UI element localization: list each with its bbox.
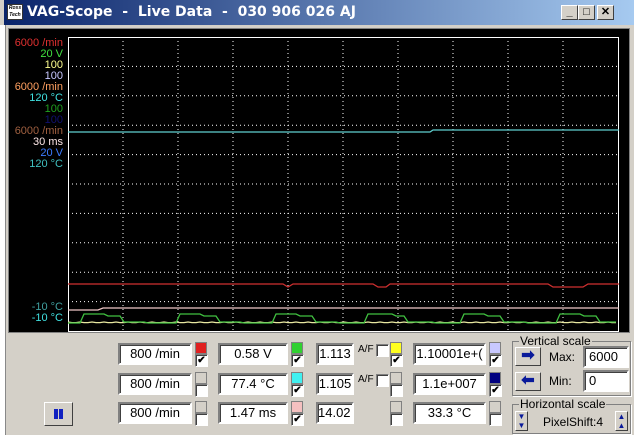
channel-color-swatch[interactable] xyxy=(291,401,303,413)
title-bar[interactable]: Ross Tech VAG-Scope - Live Data - 030 906… xyxy=(4,0,634,25)
channel-visible-checkbox[interactable] xyxy=(390,413,403,426)
background-window-edge xyxy=(0,25,6,435)
af-label: A/F xyxy=(358,374,374,385)
close-button[interactable]: ✕ xyxy=(597,5,614,20)
pause-icon xyxy=(54,409,63,419)
horizontal-scale-title: Horizontal scale xyxy=(519,397,607,411)
channel-value: 77.4 °C xyxy=(218,373,288,395)
scale-down-button[interactable]: ⬅ xyxy=(515,372,541,391)
channel-value: 1.10001e+( xyxy=(413,343,486,365)
channel-visible-checkbox[interactable] xyxy=(195,384,208,397)
channel-visible-checkbox[interactable]: ✔ xyxy=(195,354,208,367)
app-logo-icon: Ross Tech xyxy=(7,4,23,20)
af-label: A/F xyxy=(358,344,374,355)
channel-color-swatch[interactable] xyxy=(195,372,207,384)
arrow-left-icon: ⬅ xyxy=(521,372,535,389)
channel-visible-checkbox[interactable] xyxy=(390,384,403,397)
maximize-button[interactable]: □ xyxy=(578,5,595,20)
channel-color-swatch[interactable] xyxy=(489,401,501,413)
channel-visible-checkbox[interactable] xyxy=(195,413,208,426)
arrow-right-icon: ➡ xyxy=(521,347,535,364)
channel-value: 0.58 V xyxy=(218,343,288,365)
channel-value: 800 /min xyxy=(118,373,192,395)
channel-color-swatch[interactable] xyxy=(489,342,501,354)
channel-color-swatch[interactable] xyxy=(390,342,402,354)
channel-color-swatch[interactable] xyxy=(489,372,501,384)
channel-visible-checkbox[interactable]: ✔ xyxy=(489,354,502,367)
channel-value: 1.47 ms xyxy=(218,402,288,424)
scale-up-button[interactable]: ➡ xyxy=(515,347,541,366)
pixelshift-decrease-button[interactable]: ▼ ▼ xyxy=(515,411,528,431)
min-scale-label: -10 °C xyxy=(31,312,63,324)
channel-value: 1.105 xyxy=(316,373,354,395)
channel-color-swatch[interactable] xyxy=(390,372,402,384)
double-chevron-up-icon: ▲ ▲ xyxy=(617,412,626,430)
af-checkbox[interactable] xyxy=(376,344,389,357)
vertical-scale-title: Vertical scale xyxy=(519,334,592,348)
channel-color-swatch[interactable] xyxy=(195,342,207,354)
channel-value: 1.1e+007 xyxy=(413,373,486,395)
channel-value: 1.113 xyxy=(316,343,354,365)
pixelshift-value: PixelShift:4 xyxy=(543,415,604,429)
channel-color-swatch[interactable] xyxy=(291,372,303,384)
scale-label: 120 °C xyxy=(29,158,63,170)
channel-color-swatch[interactable] xyxy=(390,401,402,413)
channel-value: 14.02 V xyxy=(316,402,354,424)
channel-visible-checkbox[interactable]: ✔ xyxy=(291,354,304,367)
channel-value: 33.3 °C xyxy=(413,402,486,424)
max-label: Max: xyxy=(549,350,576,364)
pause-button[interactable] xyxy=(44,402,73,426)
channel-visible-checkbox[interactable] xyxy=(489,413,502,426)
max-input[interactable]: 6000 xyxy=(583,346,629,368)
double-chevron-down-icon: ▼ ▼ xyxy=(517,412,526,430)
min-label: Min: xyxy=(549,374,572,388)
channel-value: 800 /min xyxy=(118,343,192,365)
channel-color-swatch[interactable] xyxy=(291,342,303,354)
channel-value: 800 /min xyxy=(118,402,192,424)
pixelshift-increase-button[interactable]: ▲ ▲ xyxy=(615,411,628,431)
channel-visible-checkbox[interactable]: ✔ xyxy=(291,384,304,397)
channel-visible-checkbox[interactable]: ✔ xyxy=(291,413,304,426)
af-checkbox[interactable] xyxy=(376,374,389,387)
channel-visible-checkbox[interactable]: ✔ xyxy=(390,354,403,367)
minimize-button[interactable]: _ xyxy=(561,5,578,20)
min-input[interactable]: 0 xyxy=(583,370,629,392)
scope-plot xyxy=(68,37,619,332)
window-title: VAG-Scope - Live Data - 030 906 026 AJ xyxy=(27,4,356,20)
channel-visible-checkbox[interactable]: ✔ xyxy=(489,384,502,397)
channel-color-swatch[interactable] xyxy=(195,401,207,413)
